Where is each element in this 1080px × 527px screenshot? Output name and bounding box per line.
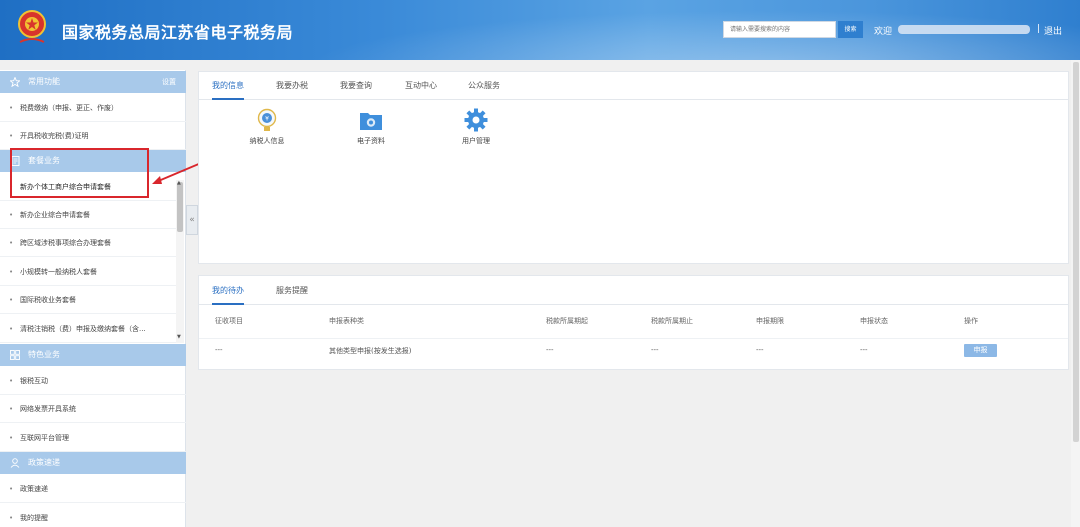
sidebar-collapse-icon[interactable]: « bbox=[186, 205, 198, 235]
header-separator: | bbox=[1037, 24, 1041, 34]
column-header: 税款所属期止 bbox=[651, 317, 693, 325]
sidebar-item-bank-tax[interactable]: 银税互动 bbox=[0, 367, 186, 395]
page-scroll-thumb[interactable] bbox=[1073, 62, 1079, 442]
user-icon bbox=[9, 452, 21, 474]
declare-button[interactable]: 申报 bbox=[964, 344, 997, 357]
taxpayer-info-icon: ¥ bbox=[255, 108, 279, 132]
func-taxpayer-info[interactable]: ¥ 纳税人信息 bbox=[237, 108, 297, 156]
cell-end: --- bbox=[651, 346, 659, 354]
column-header: 申报表种类 bbox=[329, 317, 364, 325]
sidebar-item-small-scale-to-general[interactable]: 小规模转一般纳税人套餐 bbox=[0, 258, 176, 286]
tab-service-reminder[interactable]: 服务提醒 bbox=[276, 276, 308, 305]
logout-link[interactable]: 退出 bbox=[1044, 24, 1062, 37]
column-header: 征收项目 bbox=[215, 317, 243, 325]
tab-public-service[interactable]: 公众服务 bbox=[468, 72, 500, 100]
header-banner: 国家税务总局江苏省电子税务局 搜索 欢迎 | 退出 bbox=[0, 0, 1080, 60]
cell-deadline: --- bbox=[756, 346, 764, 354]
section-common-functions[interactable]: 常用功能 设置 bbox=[0, 71, 186, 93]
cell-form: 其他类型申报(按发生选报) bbox=[329, 347, 412, 355]
section-title: 政策速递 bbox=[28, 458, 60, 467]
sidebar-item-cross-region[interactable]: 跨区域涉税事项综合办理套餐 bbox=[0, 229, 176, 257]
section-title: 常用功能 bbox=[28, 77, 60, 86]
column-header: 申报期限 bbox=[756, 317, 784, 325]
highlight-box bbox=[10, 148, 149, 198]
func-label: 纳税人信息 bbox=[249, 137, 285, 145]
section-special-business[interactable]: 特色业务 bbox=[0, 344, 186, 366]
tab-my-todo[interactable]: 我的待办 bbox=[212, 276, 244, 305]
func-user-management[interactable]: 用户管理 bbox=[446, 108, 506, 156]
scroll-down-arrow-icon[interactable]: ▼ bbox=[177, 334, 181, 340]
tab-interaction[interactable]: 互动中心 bbox=[405, 72, 437, 100]
section-title: 特色业务 bbox=[28, 350, 60, 359]
table-row: --- 其他类型申报(按发生选报) --- --- --- --- 申报 bbox=[199, 338, 1068, 360]
func-label: 用户管理 bbox=[462, 137, 490, 145]
cell-start: --- bbox=[546, 346, 554, 354]
sidebar-item-new-enterprise[interactable]: 新办企业综合申请套餐 bbox=[0, 201, 176, 229]
sidebar-item-deregistration[interactable]: 清税注销税（费）申报及缴纳套餐（含... bbox=[0, 315, 176, 343]
func-e-documents[interactable]: 电子资料 bbox=[341, 108, 401, 156]
search-input[interactable] bbox=[723, 21, 836, 38]
sidebar-item-policy-express[interactable]: 政策速递 bbox=[0, 475, 186, 503]
gear-icon bbox=[464, 108, 488, 132]
svg-text:¥: ¥ bbox=[265, 116, 269, 123]
header-decoration bbox=[300, 10, 1080, 60]
table-header: 征收项目 申报表种类 税款所属期起 税款所属期止 申报期限 申报状态 操作 bbox=[199, 316, 1068, 332]
todo-panel: 我的待办 服务提醒 征收项目 申报表种类 税款所属期起 税款所属期止 申报期限 … bbox=[198, 275, 1069, 370]
settings-link[interactable]: 设置 bbox=[162, 71, 176, 93]
cell-status: --- bbox=[860, 346, 868, 354]
sidebar-item-tax-certificate[interactable]: 开具税收完税(费)证明 bbox=[0, 122, 186, 150]
cell-item: --- bbox=[215, 346, 223, 354]
star-icon bbox=[9, 71, 21, 93]
site-title: 国家税务总局江苏省电子税务局 bbox=[62, 23, 294, 42]
main-tabs: 我的信息 我要办税 我要查询 互动中心 公众服务 bbox=[199, 72, 1068, 100]
tab-my-info[interactable]: 我的信息 bbox=[212, 72, 244, 100]
user-name-masked bbox=[898, 25, 1030, 34]
section-policy-express[interactable]: 政策速递 bbox=[0, 452, 186, 474]
sidebar-item-international-tax[interactable]: 国际税收业务套餐 bbox=[0, 286, 176, 314]
e-documents-icon bbox=[359, 108, 383, 132]
sidebar-item-my-reminders[interactable]: 我的提醒 bbox=[0, 504, 186, 527]
welcome-text: 欢迎 bbox=[874, 27, 893, 37]
sidebar-item-internet-platform[interactable]: 互联网平台管理 bbox=[0, 424, 186, 452]
column-header: 申报状态 bbox=[860, 317, 888, 325]
todo-tabs: 我的待办 服务提醒 bbox=[199, 276, 1068, 305]
tab-query[interactable]: 我要查询 bbox=[340, 72, 372, 100]
sidebar-item-tax-payment[interactable]: 税费缴纳（申报、更正、作废） bbox=[0, 94, 186, 122]
search-button[interactable]: 搜索 bbox=[838, 21, 863, 38]
tax-emblem-icon bbox=[18, 10, 46, 43]
func-label: 电子资料 bbox=[357, 137, 385, 145]
column-header: 操作 bbox=[964, 317, 978, 325]
column-header: 税款所属期起 bbox=[546, 317, 588, 325]
sidebar-item-online-invoice[interactable]: 网络发票开具系统 bbox=[0, 395, 186, 423]
tab-tax-handling[interactable]: 我要办税 bbox=[276, 72, 308, 100]
my-info-panel: 我的信息 我要办税 我要查询 互动中心 公众服务 ¥ 纳税人信息 电子资料 用户… bbox=[198, 71, 1069, 264]
grid-icon bbox=[9, 344, 21, 366]
